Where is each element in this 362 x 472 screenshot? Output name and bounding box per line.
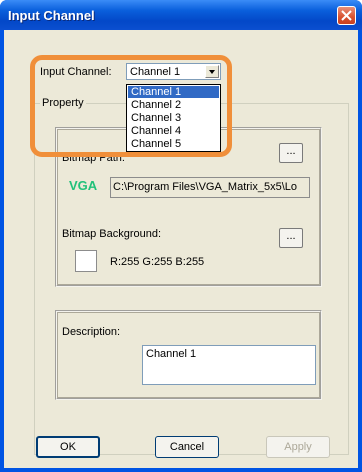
description-value: Channel 1 xyxy=(146,348,197,360)
close-button[interactable] xyxy=(337,6,356,25)
bitmap-background-browse-button[interactable]: ... xyxy=(279,228,303,248)
highlight-box xyxy=(30,55,232,157)
window-title: Input Channel xyxy=(8,8,95,23)
bitmap-path-browse-button[interactable]: ... xyxy=(279,143,303,163)
description-label: Description: xyxy=(62,326,121,338)
background-color-swatch xyxy=(75,250,97,272)
vga-logo: VGA xyxy=(69,178,98,193)
bitmap-path-value: C:\Program Files\VGA_Matrix_5x5\Lo xyxy=(113,181,298,193)
description-input[interactable]: Channel 1 xyxy=(142,345,316,385)
bitmap-background-text: Bitmap Background: xyxy=(62,228,162,240)
close-icon xyxy=(341,10,352,21)
apply-button[interactable]: Apply xyxy=(266,436,330,458)
ok-button[interactable]: OK xyxy=(36,436,100,458)
cancel-button[interactable]: Cancel xyxy=(155,436,219,458)
title-bar[interactable]: Input Channel xyxy=(0,0,362,30)
rgb-value: R:255 G:255 B:255 xyxy=(110,256,205,268)
bitmap-path-field: C:\Program Files\VGA_Matrix_5x5\Lo xyxy=(110,177,310,198)
